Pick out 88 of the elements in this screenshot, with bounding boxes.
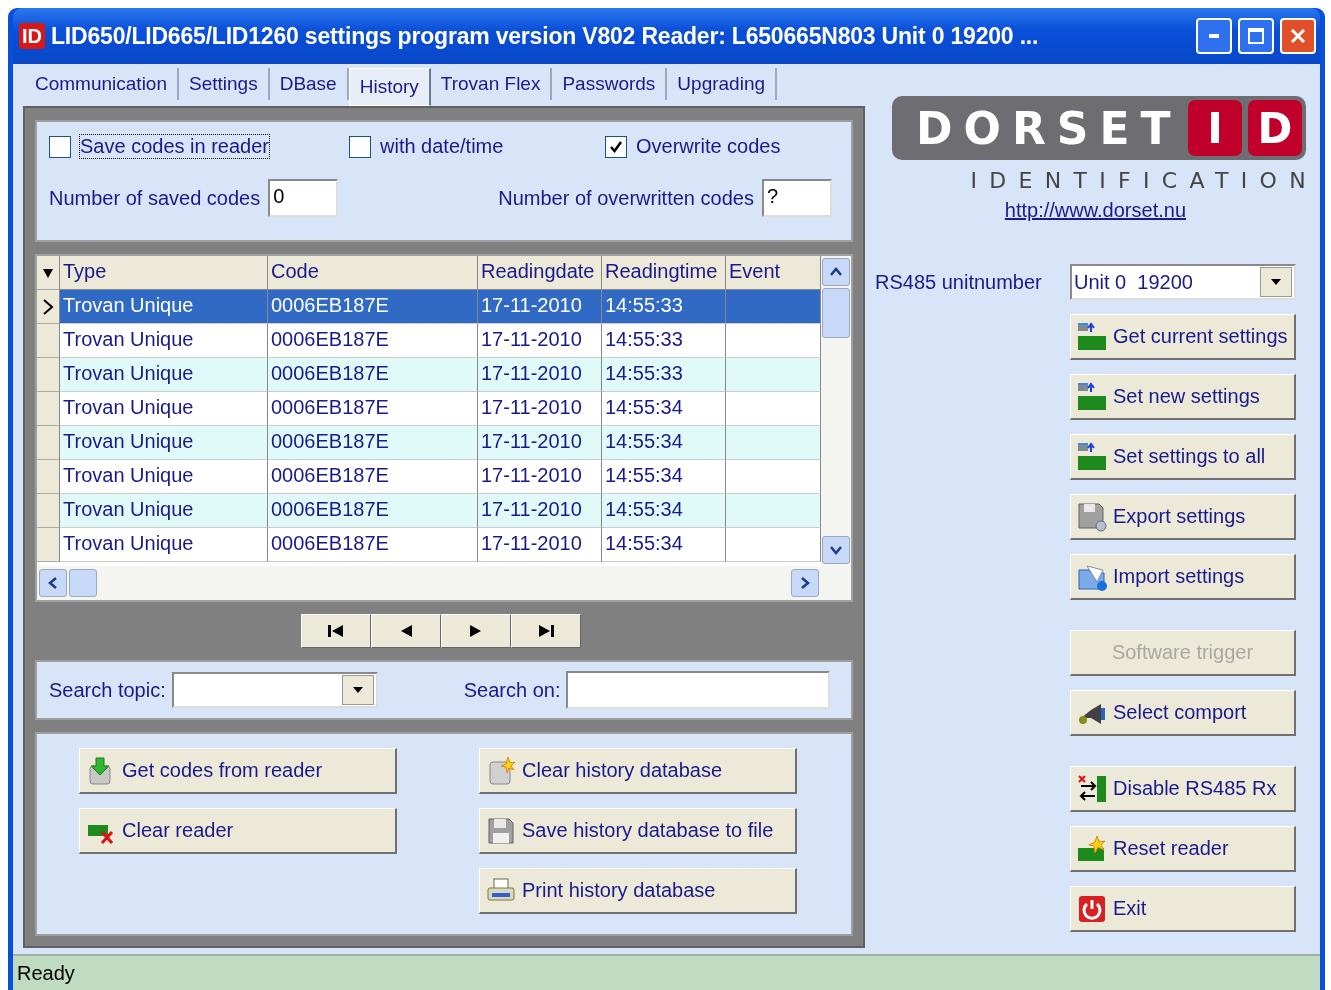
number-field[interactable]: ? [761, 179, 832, 217]
vertical-scrollbar[interactable] [821, 256, 851, 600]
side-button[interactable]: Get current settings [1070, 314, 1296, 360]
scroll-up-button[interactable] [822, 258, 850, 286]
chevron-right-icon [799, 576, 811, 590]
table-row[interactable]: Trovan Unique 0006EB187E 17-11-2010 14:55:34 [37, 392, 821, 426]
row-pointer-icon [42, 298, 54, 315]
database-star-icon [486, 755, 516, 786]
checkbox[interactable] [49, 135, 71, 158]
action-button[interactable]: Print history database [479, 868, 797, 914]
tab[interactable]: History [348, 68, 431, 106]
checkbox[interactable] [349, 135, 371, 158]
window-title: LID650/LID665/LID1260 settings program version V802 Reader: L650665N803 Unit 0 19200 ... [51, 22, 1040, 50]
table-row[interactable]: Trovan Unique 0006EB187E 17-11-2010 14:55:33 [37, 324, 821, 358]
status-text: Ready [17, 961, 75, 985]
search-topic-label: Search topic: [49, 678, 166, 702]
app-icon: ID [19, 23, 45, 49]
chevron-left-icon [47, 576, 59, 590]
scroll-left-button[interactable] [39, 569, 67, 597]
close-icon [1289, 27, 1307, 45]
horizontal-scrollbar[interactable] [37, 566, 821, 600]
column-menu-button[interactable] [37, 256, 60, 290]
maximize-button[interactable] [1238, 18, 1274, 54]
table-cell: 0006EB187E [268, 528, 478, 562]
floppy-disk-icon [1077, 501, 1109, 532]
field-label: Number of overwritten codes [498, 186, 754, 210]
chevron-down-icon [829, 544, 843, 556]
search-topic-dropdown[interactable] [171, 672, 378, 708]
skip-first-icon [326, 624, 346, 638]
action-button[interactable]: Clear reader [79, 808, 397, 854]
action-button[interactable]: Save history database to file [479, 808, 797, 854]
circuit-board-arrow-icon [1077, 321, 1109, 352]
close-button[interactable] [1280, 18, 1316, 54]
maximize-icon [1247, 27, 1265, 45]
table-row[interactable]: Trovan Unique 0006EB187E 17-11-2010 14:55:34 [37, 528, 821, 562]
search-on-label: Search on: [463, 678, 561, 702]
logo-text: DORSET [916, 102, 1182, 154]
checkbox[interactable] [605, 135, 627, 158]
side-button[interactable]: Disable RS485 Rx [1070, 766, 1296, 812]
checkbox-label[interactable]: Save codes in reader [79, 134, 270, 159]
circuit-board-arrows-icon [1077, 773, 1109, 804]
dropdown-icon [1270, 277, 1282, 287]
checkbox-label[interactable]: Overwrite codes [635, 134, 782, 159]
scroll-thumb[interactable] [69, 569, 97, 597]
logo-letter: I [1188, 100, 1242, 156]
search-field[interactable] [566, 671, 831, 709]
scroll-right-button[interactable] [791, 569, 819, 597]
scroll-down-button[interactable] [822, 536, 850, 564]
next-icon [469, 624, 483, 638]
unit-dropdown[interactable]: Unit 0 19200 [1070, 264, 1296, 300]
table-row[interactable]: Trovan Unique 0006EB187E 17-11-2010 14:55:34 [37, 460, 821, 494]
logo-letter: D [1248, 100, 1302, 156]
action-button[interactable]: Clear history database [479, 748, 797, 794]
side-button[interactable]: Set settings to all [1070, 434, 1296, 480]
unit-label: RS485 unitnumber [875, 270, 1042, 294]
table-row[interactable]: Trovan Unique 0006EB187E 17-11-2010 14:55:33 [37, 290, 821, 324]
checkbox-label[interactable]: with date/time [379, 134, 505, 159]
next-record-button[interactable] [441, 614, 511, 648]
side-button[interactable]: Export settings [1070, 494, 1296, 540]
table-cell: 14:55:34 [602, 528, 726, 562]
side-button[interactable]: Set new settings [1070, 374, 1296, 420]
table-cell: Trovan Unique [60, 528, 268, 562]
table-cell: 17-11-2010 [478, 528, 602, 562]
minimize-button[interactable] [1196, 18, 1232, 54]
skip-last-icon [536, 624, 556, 638]
dropdown-icon [351, 685, 364, 695]
action-button[interactable]: Get codes from reader [79, 748, 397, 794]
side-button[interactable]: Import settings [1070, 554, 1296, 600]
circuit-board-arrow-icon [1077, 441, 1109, 472]
chevron-up-icon [829, 266, 843, 278]
table-row[interactable]: Trovan Unique 0006EB187E 17-11-2010 14:55:33 [37, 358, 821, 392]
circuit-board-arrow-icon [1077, 381, 1109, 412]
minimize-icon [1209, 34, 1219, 38]
last-record-button[interactable] [511, 614, 581, 648]
number-field[interactable]: 0 [268, 179, 339, 217]
previous-icon [399, 624, 413, 638]
dropdown-icon [42, 266, 54, 279]
side-button[interactable]: Exit [1070, 886, 1296, 932]
logo-tagline: IDENTIFICATION [970, 168, 1318, 193]
scroll-thumb[interactable] [822, 288, 850, 338]
side-button[interactable]: Select comport [1070, 690, 1296, 736]
table-row[interactable]: Trovan Unique 0006EB187E 17-11-2010 14:55:34 [37, 494, 821, 528]
side-button[interactable]: Reset reader [1070, 826, 1296, 872]
website-link[interactable]: http://www.dorset.nu [1004, 199, 1186, 222]
first-record-button[interactable] [301, 614, 371, 648]
field-label: Number of saved codes [49, 186, 261, 210]
previous-record-button[interactable] [371, 614, 441, 648]
table-row[interactable]: Trovan Unique 0006EB187E 17-11-2010 14:55:34 [37, 426, 821, 460]
